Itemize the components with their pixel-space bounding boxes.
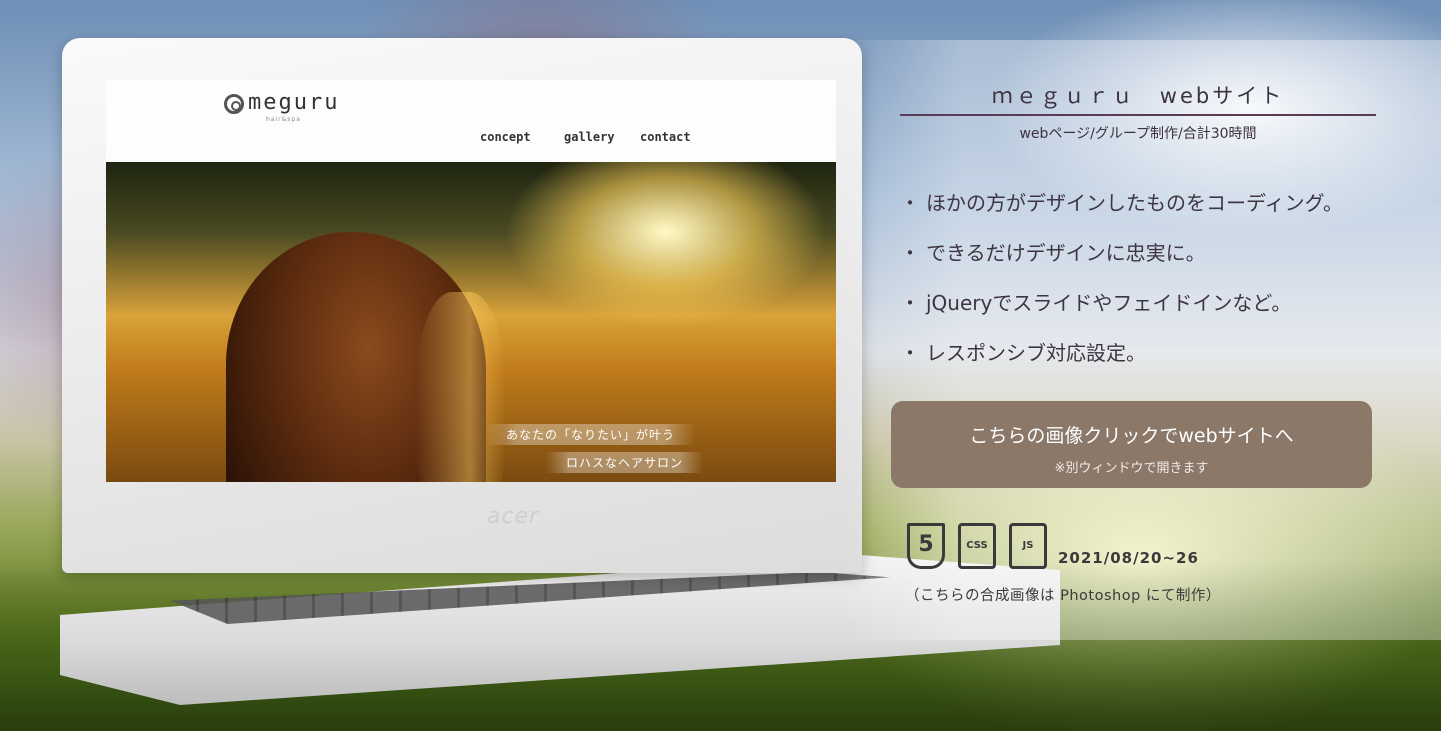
visit-website-label: こちらの画像クリックでwebサイトへ (969, 425, 1294, 447)
feature-item: できるだけデザインに忠実に。 (900, 240, 1420, 266)
feature-item: ほかの方がデザインしたものをコーディング。 (900, 190, 1420, 216)
mockup-nav-contact: contact (640, 130, 691, 144)
new-window-note: ※別ウィンドウで開きます (1054, 461, 1209, 476)
js-icon: JS (1009, 523, 1047, 569)
mockup-nav-concept: concept (480, 130, 531, 144)
photoshop-credit: （こちらの合成画像は Photoshop にて制作） (905, 588, 1221, 604)
mockup-site-logo: meguru (248, 90, 340, 115)
mockup-site-logo-sub: hair&spa (266, 116, 301, 123)
swirl-logo-icon (224, 94, 244, 114)
project-subtitle: webページ/グループ制作/合計30時間 (1019, 126, 1257, 142)
title-divider (900, 114, 1376, 116)
feature-item: レスポンシブ対応設定。 (900, 340, 1420, 366)
css-icon: CSS (958, 523, 996, 569)
mockup-nav-gallery: gallery (564, 130, 615, 144)
mockup-tagline-2: ロハスなヘアサロン (546, 452, 704, 473)
laptop-lid: meguru hair&spa concept gallery contact … (62, 38, 862, 573)
mockup-hero-image: あなたの「なりたい」が叶う ロハスなヘアサロン (106, 162, 836, 482)
mockup-tagline-1: あなたの「なりたい」が叶う (486, 424, 696, 445)
project-title: ｍｅｇｕｒｕ webサイト (991, 84, 1285, 108)
feature-list: ほかの方がデザインしたものをコーディング。 できるだけデザインに忠実に。 jQu… (900, 190, 1420, 366)
project-date: 2021/08/20~26 (1058, 549, 1199, 567)
laptop-brand-logo: acer (487, 504, 540, 529)
html5-icon: 5 (907, 523, 945, 569)
mockup-site-header: meguru hair&spa concept gallery contact (106, 80, 836, 163)
visit-website-button[interactable]: こちらの画像クリックでwebサイトへ ※別ウィンドウで開きます (891, 401, 1372, 488)
hair-backlight (416, 292, 506, 482)
laptop-screen: meguru hair&spa concept gallery contact … (106, 80, 836, 482)
feature-item: jQueryでスライドやフェイドインなど。 (900, 290, 1420, 316)
